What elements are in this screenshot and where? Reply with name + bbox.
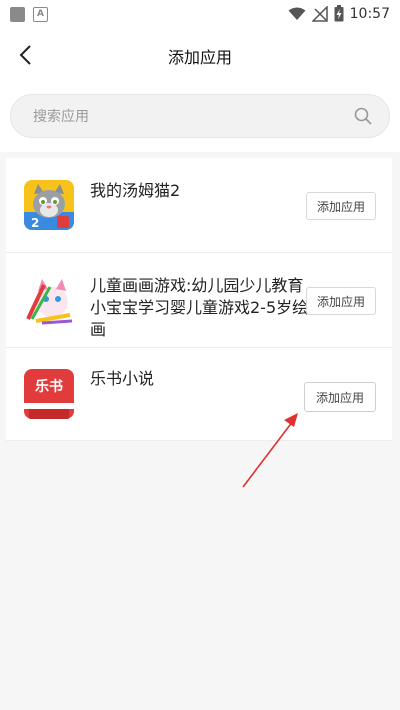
notification-square-icon	[10, 7, 25, 22]
add-app-button[interactable]: 添加应用	[304, 382, 376, 412]
search-bar[interactable]	[10, 94, 390, 139]
app-list: 2 我的汤姆猫2 添加应用 儿童画画游戏:幼儿园少儿教育小宝宝学习婴儿童游戏2-…	[6, 158, 392, 441]
header: 添加应用	[0, 30, 400, 80]
page-title: 添加应用	[167, 48, 232, 67]
status-bar: A 10:57	[0, 0, 400, 30]
add-app-button[interactable]: 添加应用	[306, 287, 376, 315]
a-notification-icon: A	[33, 7, 48, 22]
app-name: 我的汤姆猫2	[90, 181, 181, 200]
no-signal-icon	[311, 5, 328, 22]
wifi-icon	[288, 7, 306, 20]
search-icon[interactable]	[353, 106, 373, 126]
leshu-novel-icon: 乐书	[24, 369, 74, 419]
leshu-icon-text: 乐书	[35, 379, 63, 395]
battery-charging-icon	[334, 5, 344, 22]
kids-drawing-icon	[24, 275, 74, 325]
list-item: 儿童画画游戏:幼儿园少儿教育小宝宝学习婴儿童游戏2-5岁绘画 添加应用	[6, 253, 392, 348]
list-item: 乐书 乐书小说 添加应用	[6, 348, 392, 441]
add-app-button[interactable]: 添加应用	[306, 192, 376, 220]
talking-tom-icon: 2	[24, 180, 74, 230]
app-name: 儿童画画游戏:幼儿园少儿教育小宝宝学习婴儿童游戏2-5岁绘画	[90, 276, 309, 339]
search-section	[0, 80, 400, 152]
list-item: 2 我的汤姆猫2 添加应用	[6, 158, 392, 253]
search-input[interactable]	[31, 95, 335, 139]
status-time: 10:57	[349, 5, 390, 22]
svg-text:2: 2	[31, 216, 39, 230]
app-name: 乐书小说	[90, 369, 155, 388]
